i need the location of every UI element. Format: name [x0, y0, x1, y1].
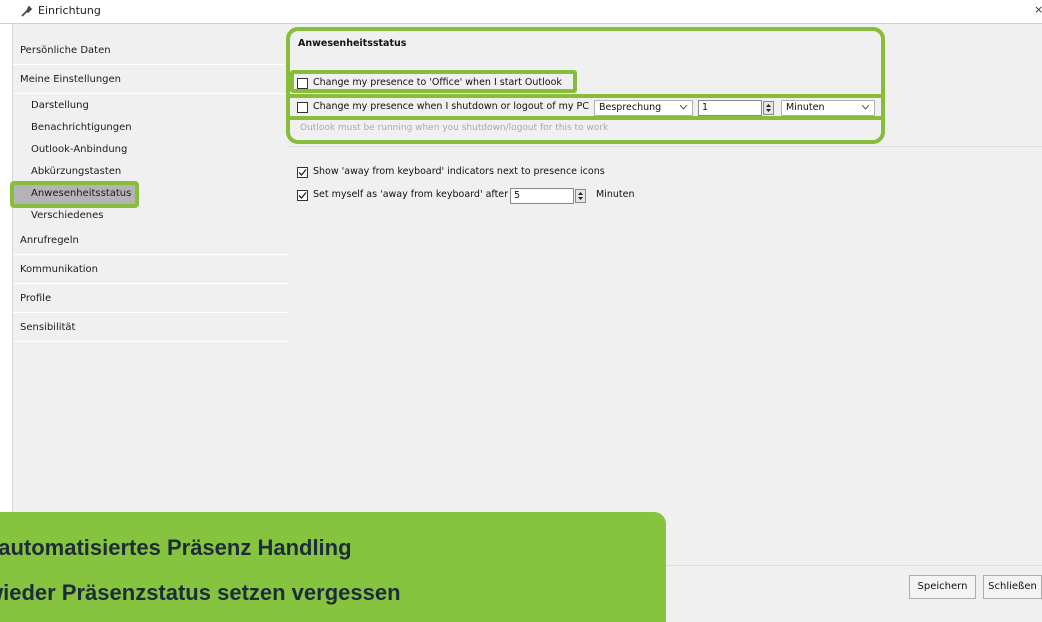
sidebar-item-profile[interactable]: Profile — [13, 285, 289, 313]
close-window-button[interactable]: × — [1034, 3, 1042, 16]
afk-minutes-input[interactable]: 5 — [510, 188, 574, 204]
afk-indicators-checkbox[interactable] — [297, 167, 308, 178]
checkmark-icon — [298, 192, 307, 199]
sidebar-item-meine-einstellungen[interactable]: Meine Einstellungen — [13, 66, 289, 94]
sidebar-item-sensibilitaet[interactable]: Sensibilität — [13, 314, 289, 342]
title-bar: Einrichtung × — [0, 0, 1042, 24]
highlight-frame-office-row — [290, 70, 577, 93]
sidebar-item-persoenliche-daten[interactable]: Persönliche Daten — [13, 37, 289, 65]
afk-indicators-label: Show 'away from keyboard' indicators nex… — [313, 166, 605, 177]
window-title: Einrichtung — [38, 4, 101, 17]
section-divider — [289, 146, 1042, 147]
save-button[interactable]: Speichern — [909, 575, 976, 599]
spinner-arrows-icon — [578, 192, 583, 200]
caption-banner: l automatisiertes Präsenz Handling wiede… — [0, 512, 666, 622]
sidebar-subitem-benachrichtigungen[interactable]: Benachrichtigungen — [13, 117, 289, 139]
afk-minutes-spinner[interactable] — [575, 189, 586, 203]
sidebar-subitem-verschiedenes[interactable]: Verschiedenes — [13, 205, 289, 227]
sidebar-item-anrufregeln[interactable]: Anrufregeln — [13, 227, 289, 255]
banner-line-2: wieder Präsenzstatus setzen vergessen — [0, 580, 401, 605]
checkmark-icon — [298, 169, 307, 176]
afk-minutes-unit: Minuten — [596, 189, 635, 200]
afk-after-checkbox[interactable] — [297, 190, 308, 201]
highlight-frame-shutdown-row — [286, 94, 885, 120]
close-button[interactable]: Schließen — [983, 575, 1042, 599]
sidebar-item-kommunikation[interactable]: Kommunikation — [13, 256, 289, 284]
highlight-frame-sidebar-item — [10, 181, 139, 208]
banner-line-1: l automatisiertes Präsenz Handling — [0, 535, 352, 560]
wrench-icon — [21, 5, 33, 17]
sidebar-subitem-abkuerzungstasten[interactable]: Abkürzungstasten — [13, 161, 289, 183]
sidebar-subitem-outlook-anbindung[interactable]: Outlook-Anbindung — [13, 139, 289, 161]
afk-after-label: Set myself as 'away from keyboard' after — [313, 189, 509, 200]
sidebar-subitem-darstellung[interactable]: Darstellung — [13, 95, 289, 117]
